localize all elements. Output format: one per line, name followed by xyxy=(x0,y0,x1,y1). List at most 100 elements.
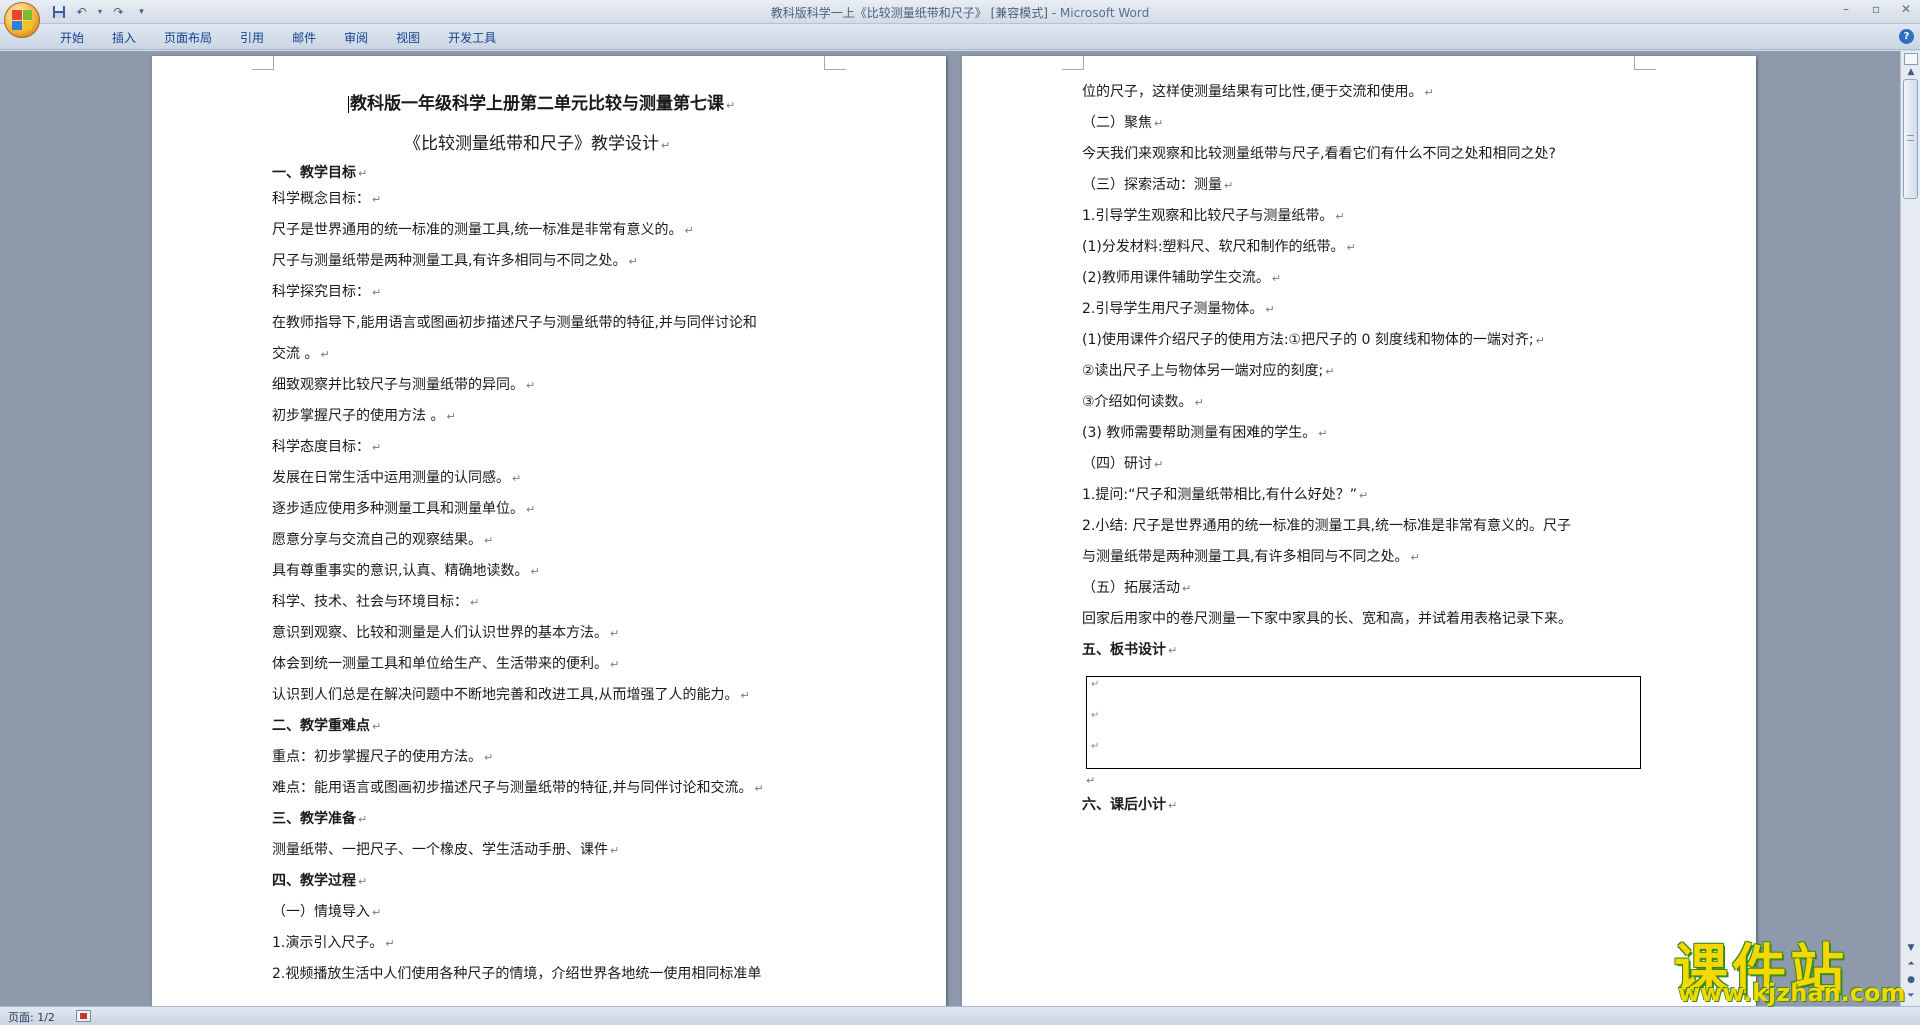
paragraph: 在教师指导下,能用语言或图画初步描述尺子与测量纸带的特征,并与同伴讨论和 xyxy=(272,315,757,331)
paragraph: (3) 教师需要帮助测量有困难的学生。 ↵ xyxy=(1082,425,1328,441)
heading-key-points: 二、教学重难点 ↵ xyxy=(272,718,382,734)
paragraph: 位的尺子，这样使测量结果有可比性,便于交流和使用。 ↵ xyxy=(1082,84,1434,100)
ruler-toggle-icon[interactable] xyxy=(1904,53,1918,65)
paragraph: 与测量纸带是两种测量工具,有许多相同与不同之处。 ↵ xyxy=(1082,549,1420,565)
ribbon-tabs: 开始 插入 页面布局 引用 邮件 审阅 视图 开发工具 xyxy=(60,29,510,46)
document-subtitle: 《比较测量纸带和尺子》教学设计 ↵ xyxy=(404,134,671,154)
paragraph: 2.视频播放生活中人们使用各种尺子的情境，介绍世界各地统一使用相同标准单 xyxy=(272,966,762,982)
paragraph: （一）情境导入 ↵ xyxy=(272,904,382,920)
dropdown-arrow-icon[interactable]: ▾ xyxy=(96,3,104,20)
customize-icon[interactable]: ▾ xyxy=(133,3,150,20)
heading-preparation: 三、教学准备 ↵ xyxy=(272,811,368,827)
scroll-up-icon[interactable]: ▲ xyxy=(1903,65,1919,80)
save-icon[interactable] xyxy=(50,3,67,20)
heading-board-design: 五、板书设计 ↵ xyxy=(1082,642,1178,658)
table-cell-mark: ↵ xyxy=(1091,710,1100,721)
text-cursor xyxy=(348,95,349,113)
paragraph: 逐步适应使用多种测量工具和测量单位。 ↵ xyxy=(272,501,536,517)
crop-mark xyxy=(1634,56,1656,70)
paragraph: 今天我们来观察和比较测量纸带与尺子,看看它们有什么不同之处和相同之处? xyxy=(1082,146,1556,162)
tab-developer[interactable]: 开发工具 xyxy=(434,29,510,46)
paragraph: 科学概念目标： ↵ xyxy=(272,191,382,207)
paragraph: ②读出尺子上与物体另一端对应的刻度; ↵ xyxy=(1082,363,1335,379)
paragraph: 2.小结: 尺子是世界通用的统一标准的测量工具,统一标准是非常有意义的。尺子 xyxy=(1082,518,1571,534)
heading-teaching-goals: 一、教学目标 ↵ xyxy=(272,165,368,181)
page-count[interactable]: 页面: 1/2 xyxy=(8,1009,55,1025)
paragraph: 意识到观察、比较和测量是人们认识世界的基本方法。 ↵ xyxy=(272,625,620,641)
tab-view[interactable]: 视图 xyxy=(382,29,434,46)
paragraph: 尺子是世界通用的统一标准的测量工具,统一标准是非常有意义的。 ↵ xyxy=(272,222,694,238)
tab-home[interactable]: 开始 xyxy=(60,29,98,46)
crop-mark xyxy=(824,56,846,70)
paragraph: 1.提问:“尺子和测量纸带相比,有什么好处？” ↵ xyxy=(1082,487,1369,503)
paragraph: 认识到人们总是在解决问题中不断地完善和改进工具,从而增强了人的能力。 ↵ xyxy=(272,687,750,703)
paragraph: 发展在日常生活中运用测量的认同感。 ↵ xyxy=(272,470,522,486)
paragraph: ③介绍如何读数。 ↵ xyxy=(1082,394,1204,410)
paragraph: 交流 。 ↵ xyxy=(272,346,330,362)
app-name: Microsoft Word xyxy=(1059,6,1150,20)
redo-icon[interactable]: ↷ xyxy=(110,3,127,20)
paragraph: 科学探究目标： ↵ xyxy=(272,284,382,300)
help-icon[interactable]: ? xyxy=(1899,29,1914,44)
page-2[interactable]: 位的尺子，这样使测量结果有可比性,便于交流和使用。 ↵ （二）聚焦 ↵ 今天我们来观… xyxy=(962,56,1756,1006)
paragraph: (2)教师用课件辅助学生交流。 ↵ xyxy=(1082,270,1282,286)
paragraph: 初步掌握尺子的使用方法 。 ↵ xyxy=(272,408,456,424)
paragraph: (1)使用课件介绍尺子的使用方法:①把尺子的 0 刻度线和物体的一端对齐; ↵ xyxy=(1082,332,1545,348)
paragraph: 1.演示引入尺子。 ↵ xyxy=(272,935,395,951)
undo-icon[interactable]: ↶ xyxy=(73,3,90,20)
previous-page-icon[interactable]: ⏶ xyxy=(1903,957,1919,972)
paragraph: 科学态度目标： ↵ xyxy=(272,439,382,455)
watermark-url: www.kjzhan.com xyxy=(1678,979,1906,1007)
vertical-scrollbar[interactable]: ▲ ▼ ⏶ ● ⏷ xyxy=(1900,51,1920,1006)
paragraph: （五）拓展活动 ↵ xyxy=(1082,580,1192,596)
grip-icon xyxy=(1907,135,1914,141)
office-logo-icon xyxy=(12,10,32,30)
table-cell-mark: ↵ xyxy=(1091,679,1100,690)
tab-page-layout[interactable]: 页面布局 xyxy=(150,29,226,46)
window-controls: – ▫ ✕ xyxy=(1838,2,1914,16)
paragraph: (1)分发材料:塑料尺、软尺和制作的纸带。 ↵ xyxy=(1082,239,1356,255)
paragraph: 愿意分享与交流自己的观察结果。 ↵ xyxy=(272,532,494,548)
tab-review[interactable]: 审阅 xyxy=(330,29,382,46)
title-bar: ↶ ▾ ↷ ▾ 教科版科学一上《比较测量纸带和尺子》 [兼容模式] - Micr… xyxy=(0,0,1920,24)
status-bar: 页面: 1/2 xyxy=(0,1006,1920,1025)
paragraph: （四）研讨 ↵ xyxy=(1082,456,1164,472)
close-icon[interactable]: ✕ xyxy=(1898,2,1914,16)
paragraph: （二）聚焦 ↵ xyxy=(1082,115,1164,131)
maximize-icon[interactable]: ▫ xyxy=(1868,2,1884,16)
office-button[interactable] xyxy=(4,2,40,38)
paragraph: 体会到统一测量工具和单位给生产、生活带来的便利。 ↵ xyxy=(272,656,620,672)
tab-references[interactable]: 引用 xyxy=(226,29,278,46)
paragraph: 细致观察并比较尺子与测量纸带的异同。 ↵ xyxy=(272,377,536,393)
paragraph: 难点：能用语言或图画初步描述尺子与测量纸带的特征,并与同伴讨论和交流。 ↵ xyxy=(272,780,764,796)
quick-access-toolbar: ↶ ▾ ↷ ▾ xyxy=(50,3,150,20)
page-1[interactable]: 教科版一年级科学上册第二单元比较与测量第七课 ↵ 《比较测量纸带和尺子》教学设计 ↵… xyxy=(152,56,946,1006)
proofing-icon[interactable] xyxy=(76,1010,91,1022)
ribbon: 开始 插入 页面布局 引用 邮件 审阅 视图 开发工具 ? xyxy=(0,24,1920,50)
paragraph-mark: ↵ xyxy=(1086,774,1096,787)
paragraph: 科学、技术、社会与环境目标： ↵ xyxy=(272,594,480,610)
paragraph: 1.引导学生观察和比较尺子与测量纸带。 ↵ xyxy=(1082,208,1345,224)
minimize-icon[interactable]: – xyxy=(1838,2,1854,16)
heading-after-class-notes: 六、课后小计 ↵ xyxy=(1082,797,1178,813)
scrollbar-thumb[interactable] xyxy=(1903,79,1918,199)
document-area[interactable]: 教科版一年级科学上册第二单元比较与测量第七课 ↵ 《比较测量纸带和尺子》教学设计 ↵… xyxy=(0,51,1900,1006)
paragraph: （三）探索活动：测量 ↵ xyxy=(1082,177,1234,193)
heading-process: 四、教学过程 ↵ xyxy=(272,873,368,889)
paragraph: 回家后用家中的卷尺测量一下家中家具的长、宽和高，并试着用表格记录下来。 xyxy=(1082,611,1572,627)
window-title: 教科版科学一上《比较测量纸带和尺子》 [兼容模式] - Microsoft Wo… xyxy=(0,4,1920,21)
document-title-line: 教科版一年级科学上册第二单元比较与测量第七课 ↵ xyxy=(348,94,736,114)
tab-insert[interactable]: 插入 xyxy=(98,29,150,46)
crop-mark xyxy=(252,56,274,70)
board-design-table[interactable]: ↵ ↵ ↵ xyxy=(1086,676,1641,769)
paragraph: 2.引导学生用尺子测量物体。 ↵ xyxy=(1082,301,1275,317)
paragraph: 测量纸带、一把尺子、一个橡皮、学生活动手册、课件 ↵ xyxy=(272,842,620,858)
paragraph: 尺子与测量纸带是两种测量工具,有许多相同与不同之处。 ↵ xyxy=(272,253,638,269)
crop-mark xyxy=(1062,56,1084,70)
tab-mailings[interactable]: 邮件 xyxy=(278,29,330,46)
paragraph: 具有尊重事实的意识,认真、精确地读数。 ↵ xyxy=(272,563,540,579)
document-title: 教科版科学一上《比较测量纸带和尺子》 [兼容模式] - xyxy=(770,6,1060,20)
scroll-down-icon[interactable]: ▼ xyxy=(1903,941,1919,956)
table-cell-mark: ↵ xyxy=(1091,741,1100,752)
paragraph: 重点：初步掌握尺子的使用方法。 ↵ xyxy=(272,749,494,765)
